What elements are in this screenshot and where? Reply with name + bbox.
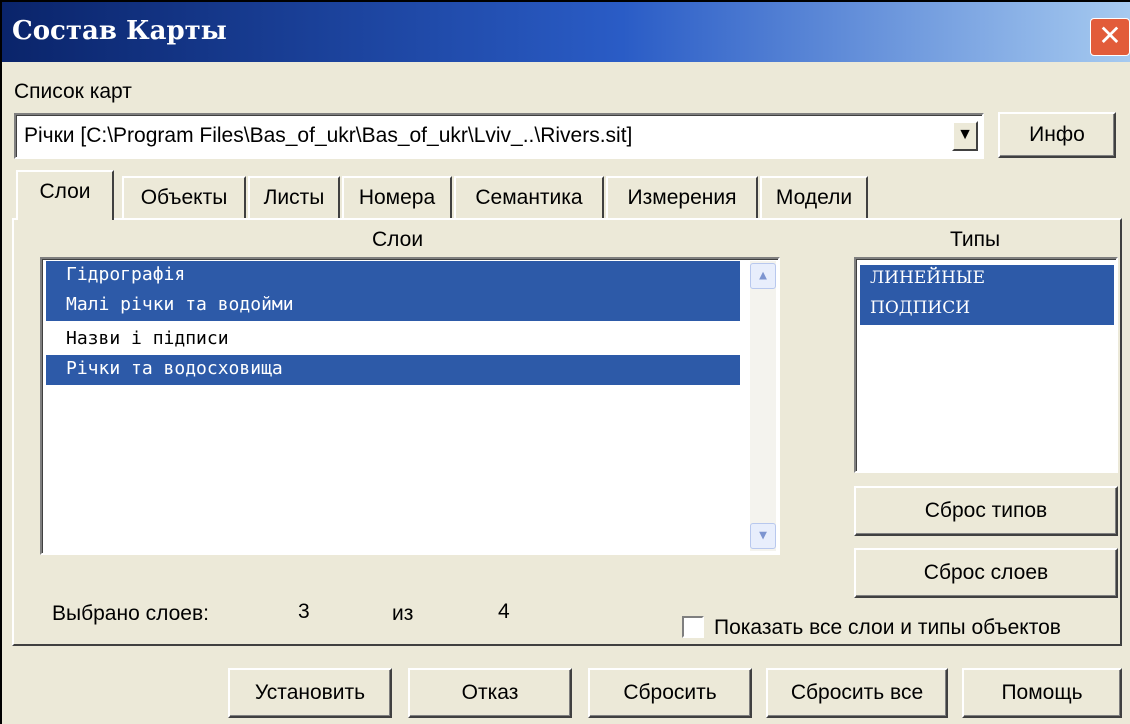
selected-layers-label: Выбрано слоев: bbox=[52, 602, 209, 625]
tab-models[interactable]: Модели bbox=[760, 176, 868, 218]
list-item[interactable]: ПОДПИСИ bbox=[860, 295, 1114, 325]
map-select[interactable]: Річки [C:\Program Files\Bas_of_ukr\Bas_o… bbox=[14, 113, 984, 159]
info-button[interactable]: Инфо bbox=[998, 112, 1116, 158]
tab-numbers[interactable]: Номера bbox=[342, 176, 452, 218]
map-select-value: Річки [C:\Program Files\Bas_of_ukr\Bas_o… bbox=[24, 124, 633, 147]
cancel-button[interactable]: Отказ bbox=[408, 668, 572, 718]
install-button[interactable]: Установить bbox=[228, 668, 392, 718]
types-listbox[interactable]: ЛИНЕЙНЫЕ ПОДПИСИ bbox=[854, 257, 1118, 473]
close-button[interactable]: ✕ bbox=[1090, 18, 1130, 56]
total-layers-count: 4 bbox=[498, 600, 510, 623]
reset-layers-button[interactable]: Сброс слоев bbox=[854, 548, 1118, 598]
of-label: из bbox=[392, 602, 414, 625]
tab-objects[interactable]: Объекты bbox=[122, 176, 246, 218]
close-icon: ✕ bbox=[1098, 20, 1122, 51]
show-all-label: Показать все слои и типы объектов bbox=[714, 616, 1061, 639]
list-item[interactable]: Гідрографія bbox=[46, 261, 740, 291]
map-list-label: Список карт bbox=[14, 80, 132, 103]
layers-header: Слои bbox=[372, 228, 424, 251]
chevron-down-icon: ▼ bbox=[957, 126, 973, 143]
chevron-down-icon: ▼ bbox=[759, 528, 767, 543]
tab-measurements[interactable]: Измерения bbox=[606, 176, 758, 218]
layers-scrollbar[interactable]: ▲ ▼ bbox=[750, 261, 776, 551]
dropdown-button[interactable]: ▼ bbox=[952, 121, 978, 151]
layers-listbox[interactable]: Гідрографія Малі річки та водойми Назви … bbox=[40, 257, 780, 555]
help-button[interactable]: Помощь bbox=[962, 668, 1122, 718]
reset-types-button[interactable]: Сброс типов bbox=[854, 486, 1118, 536]
reset-button[interactable]: Сбросить bbox=[588, 668, 752, 718]
list-item[interactable]: Річки та водосховища bbox=[46, 355, 740, 385]
types-header: Типы bbox=[950, 228, 1001, 251]
selected-layers-count: 3 bbox=[298, 600, 310, 623]
window-title: Состав Карты bbox=[12, 16, 227, 46]
tab-semantics[interactable]: Семантика bbox=[454, 176, 604, 218]
scroll-down-button[interactable]: ▼ bbox=[750, 523, 776, 549]
list-item[interactable]: Малі річки та водойми bbox=[46, 291, 740, 321]
list-item[interactable]: Назви і підписи bbox=[46, 325, 740, 355]
show-all-checkbox[interactable] bbox=[682, 616, 704, 638]
tab-sheets[interactable]: Листы bbox=[248, 176, 340, 218]
tab-layers[interactable]: Слои bbox=[16, 170, 114, 220]
chevron-up-icon: ▲ bbox=[759, 268, 767, 283]
dialog-window: Состав Карты ✕ Список карт Річки [C:\Pro… bbox=[0, 0, 1130, 724]
scroll-up-button[interactable]: ▲ bbox=[750, 263, 776, 289]
reset-all-button[interactable]: Сбросить все bbox=[766, 668, 948, 718]
list-item[interactable]: ЛИНЕЙНЫЕ bbox=[860, 265, 1114, 295]
title-bar[interactable]: Состав Карты ✕ bbox=[2, 2, 1130, 62]
